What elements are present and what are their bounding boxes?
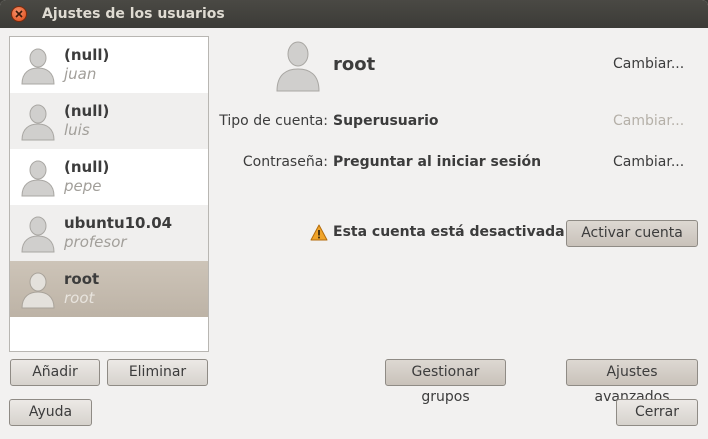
change-password-button[interactable]: Cambiar...: [613, 154, 684, 170]
user-row[interactable]: ubuntu10.04 profesor: [10, 205, 208, 261]
user-login: profesor: [64, 233, 127, 251]
manage-groups-button[interactable]: Gestionar grupos: [385, 359, 506, 405]
title-bar[interactable]: Ajustes de los usuarios: [0, 0, 708, 28]
warning-icon: [310, 224, 328, 241]
user-row[interactable]: (null) juan: [10, 37, 208, 93]
users-settings-window: Ajustes de los usuarios (null) juan (nul…: [0, 0, 708, 439]
close-icon: [15, 10, 23, 18]
user-name: (null): [64, 158, 110, 176]
user-avatar-icon: [21, 160, 55, 197]
user-row[interactable]: (null) pepe: [10, 149, 208, 205]
user-avatar-icon: [21, 48, 55, 85]
help-button[interactable]: Ayuda: [9, 399, 92, 426]
remove-user-button[interactable]: Eliminar: [107, 359, 208, 386]
user-name: ubuntu10.04: [64, 214, 173, 232]
user-row[interactable]: (null) luis: [10, 93, 208, 149]
account-disabled-message: Esta cuenta está desactivada.: [333, 224, 570, 240]
change-account-type-button[interactable]: Cambiar...: [613, 113, 684, 129]
close-button[interactable]: Cerrar: [616, 399, 698, 426]
add-user-button[interactable]: Añadir: [10, 359, 100, 386]
password-label: Contraseña:: [242, 154, 328, 170]
user-avatar-icon: [21, 272, 55, 309]
advanced-settings-button[interactable]: Ajustes avanzados: [566, 359, 698, 405]
selected-user-name[interactable]: root: [333, 54, 375, 75]
account-type-label: Tipo de cuenta:: [219, 113, 328, 129]
user-name: (null): [64, 102, 110, 120]
user-list[interactable]: (null) juan (null) luis (null) pepe ubun…: [9, 36, 209, 352]
account-type-value: Superusuario: [333, 113, 439, 129]
user-name: (null): [64, 46, 110, 64]
selected-user-avatar-icon[interactable]: [274, 38, 322, 92]
user-login: pepe: [64, 177, 102, 195]
user-avatar-icon: [21, 104, 55, 141]
user-name: root: [64, 270, 100, 288]
close-window-button[interactable]: [11, 6, 27, 22]
user-avatar-icon: [21, 216, 55, 253]
password-value: Preguntar al iniciar sesión: [333, 154, 542, 170]
activate-account-button[interactable]: Activar cuenta: [566, 220, 698, 247]
user-login: root: [64, 289, 95, 307]
user-row-selected[interactable]: root root: [10, 261, 208, 317]
user-login: luis: [64, 121, 90, 139]
user-login: juan: [64, 65, 97, 83]
change-name-button[interactable]: Cambiar...: [613, 56, 684, 72]
window-title: Ajustes de los usuarios: [42, 6, 225, 22]
